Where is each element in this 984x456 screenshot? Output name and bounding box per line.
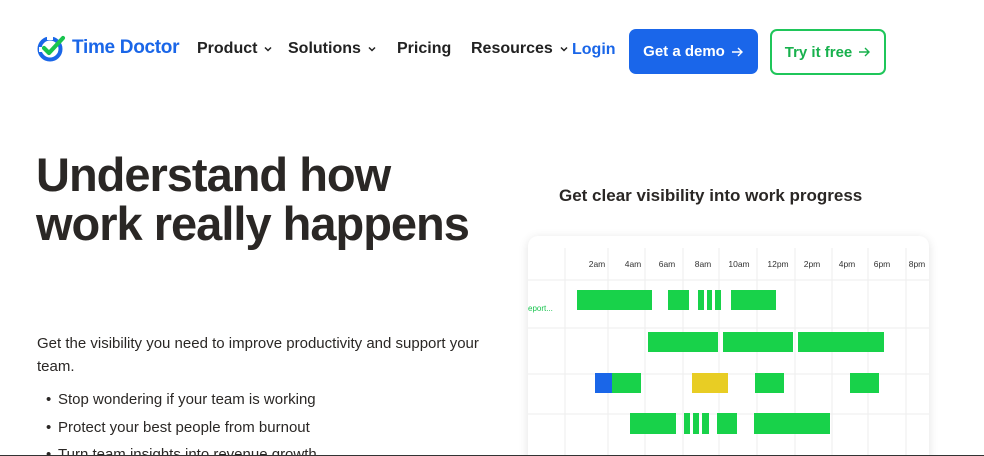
activity-timeline: 2am 4am 6am 8am 10am 12pm 2pm 4pm 6pm 8pm eport...	[528, 248, 929, 456]
hero-title: Understand how work really happens	[36, 148, 470, 250]
time-label: 12pm	[767, 259, 788, 269]
activity-bar	[595, 373, 612, 393]
brand-name: Time Doctor	[72, 37, 180, 58]
arrow-right-icon	[859, 47, 871, 57]
nav-resources-label: Resources	[471, 40, 553, 57]
time-label: 6am	[659, 259, 676, 269]
bullet-icon: •	[46, 391, 52, 408]
top-navigation: Time Doctor Product Solutions Pricing Re…	[0, 0, 984, 100]
activity-bar	[754, 413, 830, 434]
activity-bar	[850, 373, 879, 393]
activity-bar	[668, 290, 689, 310]
time-doctor-logo-icon	[37, 35, 66, 62]
list-item: • Protect your best people from burnout	[46, 414, 317, 442]
activity-bar	[707, 290, 712, 310]
activity-bar	[577, 290, 652, 310]
bullet-text: Stop wondering if your team is working	[58, 391, 316, 408]
activity-bar	[731, 290, 776, 310]
list-item: • Stop wondering if your team is working	[46, 386, 317, 414]
hero-bullet-list: • Stop wondering if your team is working …	[46, 386, 317, 456]
bullet-text: Turn team insights into revenue growth	[58, 446, 317, 456]
time-label: 10am	[728, 259, 749, 269]
chevron-down-icon	[560, 46, 568, 52]
bullet-icon: •	[46, 418, 52, 436]
time-label: 4am	[625, 259, 642, 269]
hero-subtitle: Get the visibility you need to improve p…	[37, 335, 479, 375]
activity-bar	[698, 290, 704, 310]
try-it-free-label: Try it free	[784, 43, 853, 61]
chevron-down-icon	[264, 46, 272, 52]
time-label: 2pm	[804, 259, 821, 269]
activity-bar	[684, 413, 690, 434]
time-label: 8am	[695, 259, 712, 269]
time-label: 4pm	[839, 259, 856, 269]
nav-product-label: Product	[197, 40, 258, 57]
time-label: 2am	[589, 259, 606, 269]
login-link[interactable]: Login	[572, 41, 616, 59]
arrow-right-icon	[731, 47, 743, 56]
activity-bar	[648, 332, 718, 352]
get-a-demo-button[interactable]: Get a demo	[629, 29, 758, 74]
time-label: 6pm	[874, 259, 891, 269]
try-it-free-button[interactable]: Try it free	[770, 29, 886, 75]
activity-bar	[723, 332, 793, 352]
nav-pricing[interactable]: Pricing	[397, 40, 451, 58]
activity-bar	[630, 413, 676, 434]
nav-resources[interactable]: Resources	[471, 40, 569, 58]
activity-bar	[798, 332, 884, 352]
activity-bar	[717, 413, 737, 434]
activity-bar	[755, 373, 784, 393]
nav-product[interactable]: Product	[197, 40, 273, 58]
row-label: eport...	[528, 304, 553, 313]
nav-pricing-label: Pricing	[397, 40, 452, 57]
chevron-down-icon	[368, 46, 376, 52]
bullet-icon: •	[46, 446, 52, 456]
timeline-card: 2am 4am 6am 8am 10am 12pm 2pm 4pm 6pm 8pm eport...	[528, 236, 929, 456]
bullet-text: Protect your best people from burnout	[58, 418, 310, 436]
time-label: 8pm	[909, 259, 926, 269]
activity-bar	[612, 373, 641, 393]
activity-bar	[715, 290, 721, 310]
activity-bar	[693, 413, 699, 434]
nav-solutions[interactable]: Solutions	[288, 40, 377, 58]
brand-logo[interactable]: Time Doctor	[36, 33, 180, 63]
visibility-title: Get clear visibility into work progress	[559, 186, 863, 205]
activity-bar	[692, 373, 728, 393]
activity-bar	[702, 413, 709, 434]
list-item: • Turn team insights into revenue growth	[46, 441, 317, 456]
nav-solutions-label: Solutions	[288, 40, 361, 57]
get-a-demo-label: Get a demo	[643, 43, 725, 60]
